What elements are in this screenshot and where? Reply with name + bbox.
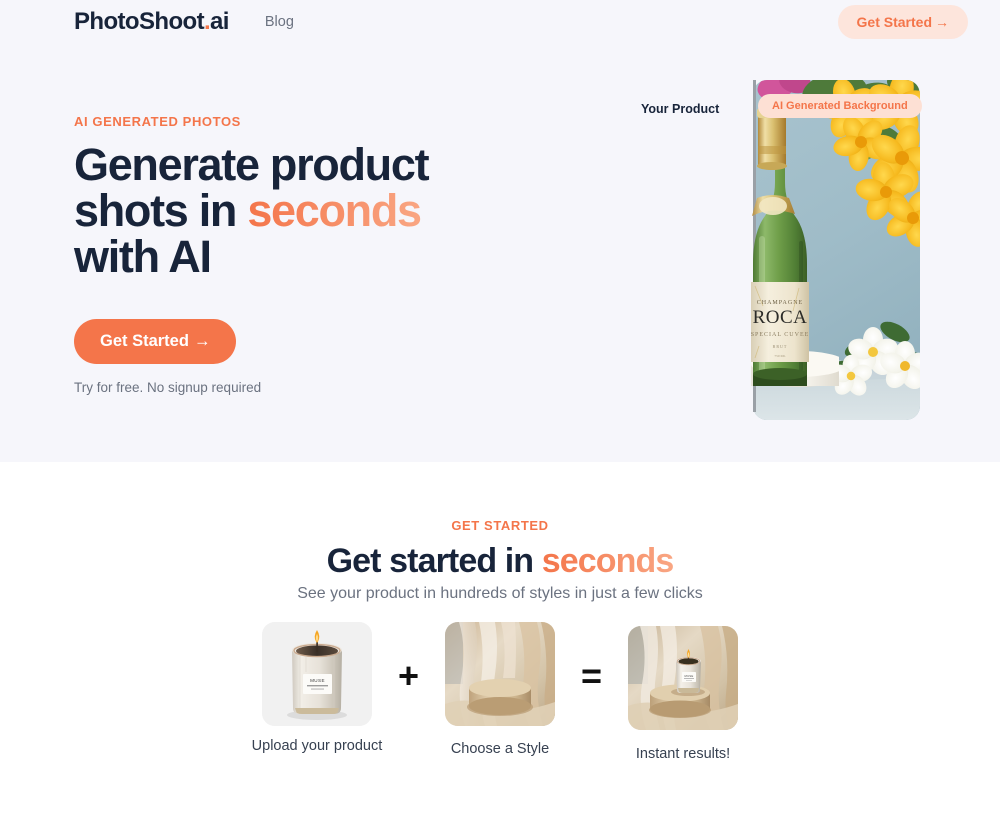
step-caption: Choose a Style — [450, 741, 550, 757]
brand-logo[interactable]: PhotoShoot.ai — [74, 8, 229, 36]
get-started-section: GET STARTED Get started in seconds See y… — [0, 462, 1000, 828]
steps-row: MUSE Upload your product + Choose a Styl… — [0, 622, 1000, 763]
get-started-eyebrow: GET STARTED — [451, 518, 549, 533]
hero-title: Generate product shots in seconds with A… — [74, 142, 504, 280]
svg-text:750 ML: 750 ML — [774, 354, 785, 358]
arrow-right-icon: → — [193, 332, 211, 350]
get-started-title-part1: Get started in — [326, 542, 542, 580]
result-composite-image: MUSE — [628, 626, 739, 730]
get-started-subtitle: See your product in hundreds of styles i… — [297, 585, 703, 602]
get-started-title-highlight: seconds — [541, 542, 675, 580]
hero-note: Try for free. No signup required — [74, 380, 262, 395]
svg-text:MUSE: MUSE — [685, 674, 694, 678]
nav-link-blog[interactable]: Blog — [265, 14, 294, 30]
plus-operator-icon: + — [397, 655, 419, 696]
hero-eyebrow: AI GENERATED PHOTOS — [74, 114, 241, 129]
ai-generated-background-badge: AI Generated Background — [758, 94, 922, 118]
navbar: PhotoShoot.ai Blog Get Started → — [0, 0, 1000, 44]
brand-name: PhotoShoot — [74, 8, 205, 35]
step-choose-a-style[interactable]: Choose a Style — [445, 622, 555, 758]
brand-suffix: ai — [210, 8, 229, 35]
step-caption: Upload your product — [251, 738, 383, 754]
equals-operator-icon: = — [581, 655, 603, 696]
svg-text:SPECIAL CUVEE: SPECIAL CUVEE — [751, 332, 810, 338]
style-podium-image — [445, 622, 555, 726]
step-instant-results[interactable]: MUSE Instant results! — [628, 626, 739, 763]
your-product-cutout: CHAMPAGNE ROCA SPECIAL CUVEE BRUT 750 ML — [751, 80, 847, 412]
nav-links: Blog — [265, 14, 294, 30]
hero-copy: AI GENERATED PHOTOS Generate product sho… — [74, 114, 574, 395]
step-caption: Instant results! — [635, 746, 731, 762]
nav-get-started-button[interactable]: Get Started → — [837, 5, 968, 39]
svg-text:MUSE: MUSE — [310, 678, 325, 683]
nav-get-started-label: Get Started — [856, 14, 932, 30]
hero-get-started-button[interactable]: Get Started → — [74, 319, 237, 364]
champagne-bottle-image: CHAMPAGNE ROCA SPECIAL CUVEE BRUT 750 ML — [729, 106, 847, 412]
svg-text:ROCA: ROCA — [753, 307, 808, 328]
get-started-title: Get started in seconds — [0, 539, 1000, 583]
arrow-right-icon: → — [935, 14, 949, 30]
hero-title-highlight: seconds — [247, 185, 422, 236]
step-upload-your-product[interactable]: MUSE Upload your product — [252, 622, 382, 755]
svg-text:BRUT: BRUT — [773, 344, 788, 349]
hero-visual: Your Product CHAMPAGNE ROCA SPECIAL CUVE… — [630, 80, 930, 425]
your-product-label: Your Product — [641, 102, 720, 116]
hero-title-part2: with AI — [74, 231, 212, 282]
hero-get-started-label: Get Started — [100, 332, 189, 350]
hero-section: PhotoShoot.ai Blog Get Started → AI GENER… — [0, 0, 1000, 462]
svg-text:CHAMPAGNE: CHAMPAGNE — [757, 300, 803, 306]
candle-product-image: MUSE — [261, 622, 372, 726]
